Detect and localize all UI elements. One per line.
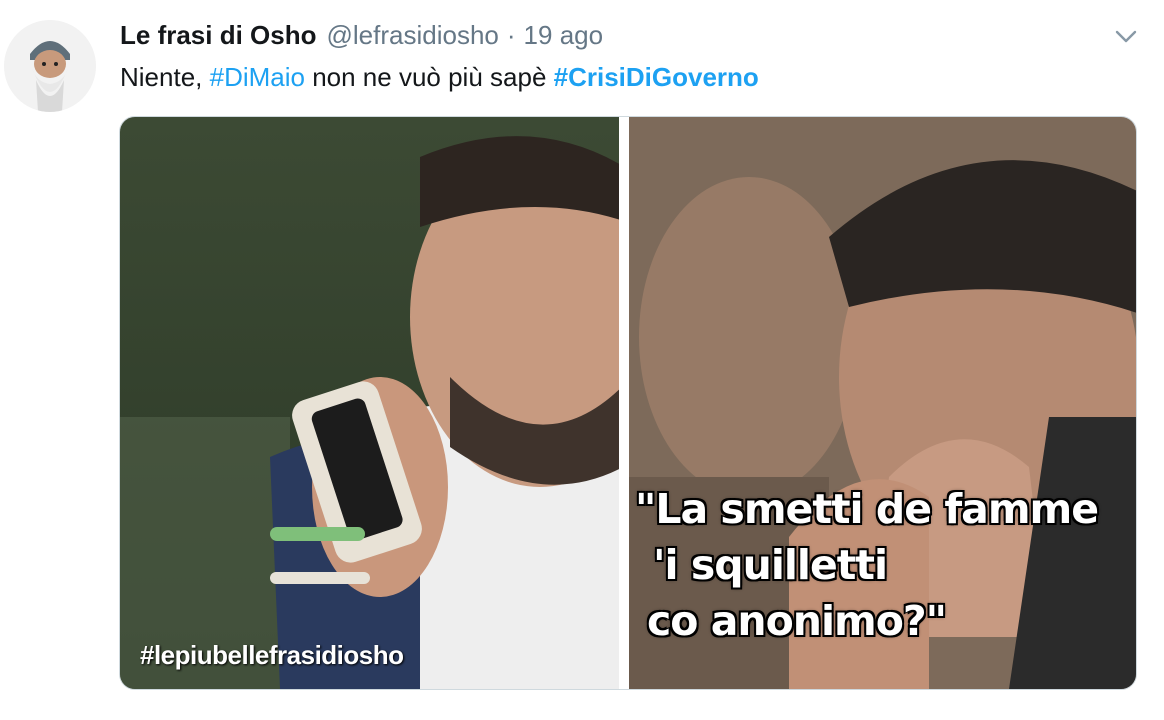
image-divider — [619, 117, 629, 689]
author-name[interactable]: Le frasi di Osho — [120, 20, 317, 51]
tweet-header: Le frasi di Osho @lefrasidiosho · 19 ago — [120, 18, 603, 52]
meme-photo-left: #lepiubellefrasidiosho — [120, 117, 619, 689]
chevron-down-icon[interactable] — [1112, 24, 1140, 48]
tweet-text-middle: non ne vuò più sapè — [304, 62, 554, 92]
author-handle[interactable]: @lefrasidiosho — [327, 20, 499, 51]
tweet-timestamp[interactable]: 19 ago — [524, 20, 604, 51]
meme-caption: "La smetti de famme 'i squilletti co ano… — [635, 481, 1099, 649]
caption-line-2: 'i squilletti — [653, 541, 888, 589]
caption-line-3: co anonimo?" — [647, 597, 947, 645]
caption-line-1: "La smetti de famme — [635, 485, 1099, 533]
meme-watermark: #lepiubellefrasidiosho — [140, 640, 404, 670]
meme-photo-right: "La smetti de famme 'i squilletti co ano… — [629, 117, 1136, 689]
avatar[interactable] — [4, 20, 96, 112]
tweet-text-prefix: Niente, — [120, 62, 210, 92]
tweet-media[interactable]: #lepiubellefrasidiosho "La smetti de fam… — [119, 116, 1137, 690]
hashtag-crisidigoverno-link[interactable]: #CrisiDiGoverno — [554, 62, 759, 92]
separator-dot: · — [506, 19, 516, 50]
hashtag-dimaio-link[interactable]: #DiMaio — [210, 62, 305, 92]
tweet-text: Niente, #DiMaio non ne vuò più sapè #Cri… — [120, 58, 759, 96]
